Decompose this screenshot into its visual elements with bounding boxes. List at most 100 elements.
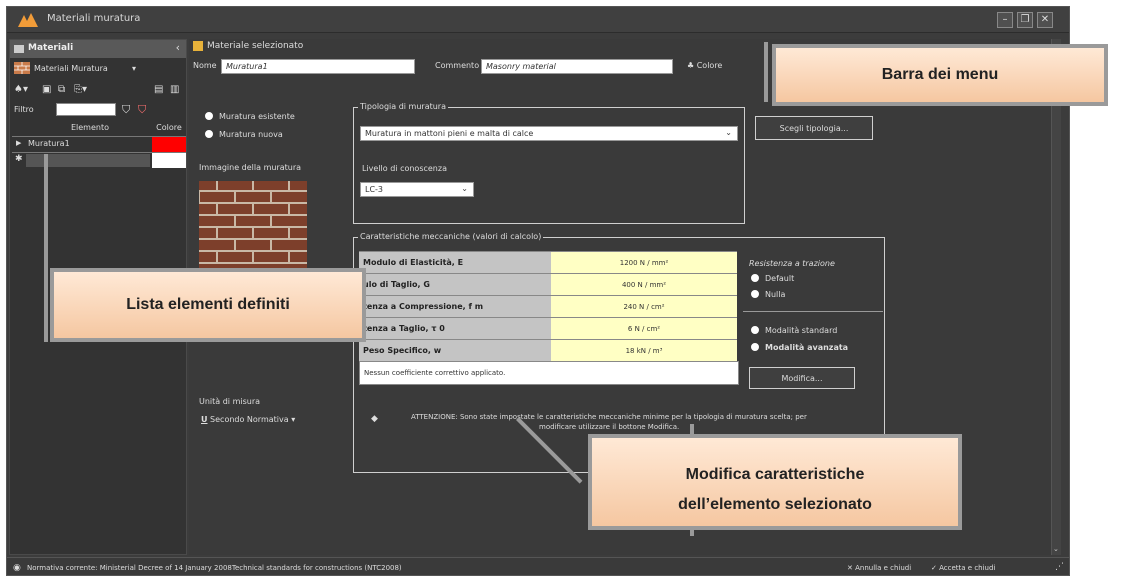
- warning-text-line2: modificare utilizzare il bottone Modific…: [539, 423, 680, 431]
- materials-header: Materiali ‹: [10, 40, 186, 58]
- collapse-icon[interactable]: ‹: [176, 41, 180, 54]
- callout-connector: [764, 42, 768, 102]
- typology-select[interactable]: Muratura in mattoni pieni e malta di cal…: [360, 126, 738, 141]
- cancel-button[interactable]: ✕ Annulla e chiudi: [847, 564, 911, 572]
- title-bar: Materiali muratura – ❐ ✕: [7, 7, 1069, 33]
- mechanical-group-title: Caratteristiche meccaniche (valori di ca…: [358, 232, 544, 241]
- units-select[interactable]: U Secondo Normativa ▾: [201, 415, 295, 424]
- warning-icon: ◆: [371, 414, 378, 424]
- accept-button[interactable]: ✓ Accetta e chiudi: [931, 564, 995, 572]
- callout-connector: [44, 154, 48, 342]
- name-label: Nome: [193, 61, 217, 70]
- mode-advanced-label: Modalità avanzata: [765, 343, 849, 352]
- radio-existing-masonry[interactable]: [205, 112, 213, 120]
- copy-icon[interactable]: ⧉: [58, 84, 65, 95]
- normative-icon: ◉: [13, 563, 21, 573]
- units-icon: U: [201, 415, 208, 424]
- column-header-element: Elemento: [70, 123, 109, 132]
- choose-typology-button[interactable]: Scegli tipologia...: [755, 116, 873, 140]
- accept-label: Accetta e chiudi: [939, 564, 996, 572]
- clear-filter-icon[interactable]: ⛉: [138, 103, 146, 117]
- materials-header-label: Materiali: [28, 43, 74, 53]
- minimize-button[interactable]: –: [997, 12, 1013, 28]
- mech-row-value[interactable]: 400 N / mm²: [551, 274, 737, 296]
- filter-icon[interactable]: ⛉: [122, 103, 130, 117]
- masonry-image: [199, 181, 307, 271]
- paste-icon[interactable]: ⎘▾: [74, 84, 87, 95]
- callout-modify-line2: dell’elemento selezionato: [678, 496, 872, 513]
- table-row[interactable]: ▶ Muratura1: [12, 136, 186, 152]
- selected-material-header: Materiale selezionato: [207, 41, 304, 51]
- screenshot-stage: Materiali muratura – ❐ ✕ Materiali ‹ Mat…: [0, 0, 1137, 578]
- no-coefficient-note: Nessun coefficiente correttivo applicato…: [359, 361, 739, 385]
- filter-label: Filtro: [14, 105, 34, 114]
- mechanical-table: Modulo di Elasticità, E 1200 N / mm² ulo…: [359, 251, 739, 385]
- materials-menu-label: Materiali Muratura: [34, 64, 108, 73]
- materials-icon: [14, 45, 24, 53]
- normative-text: Normativa corrente: Ministerial Decree o…: [27, 564, 402, 572]
- element-name: Muratura1: [28, 139, 70, 148]
- brick-wall-icon: [14, 62, 30, 74]
- material-icon: [193, 41, 203, 51]
- mech-row[interactable]: tenza a Taglio, τ 0 6 N / cm²: [359, 317, 737, 340]
- export-icon[interactable]: ▤: [154, 84, 163, 95]
- radio-new-label: Muratura nuova: [219, 130, 283, 139]
- dropdown-arrow-icon: ▾: [291, 415, 296, 424]
- radio-mode-advanced[interactable]: [751, 343, 759, 351]
- comment-label: Commento: [435, 61, 480, 70]
- new-color-swatch[interactable]: [152, 153, 186, 168]
- mech-row-value[interactable]: 240 N / cm²: [551, 296, 737, 318]
- scroll-down-icon[interactable]: ⌄: [1053, 545, 1059, 553]
- app-logo-icon: [18, 13, 38, 27]
- paint-bucket-icon[interactable]: ♠▾: [14, 84, 28, 95]
- brick-texture-icon: [199, 181, 307, 271]
- radio-tension-default[interactable]: [751, 274, 759, 282]
- comment-input[interactable]: Masonry material: [481, 59, 673, 74]
- typology-group: Tipologia di muratura Muratura in matton…: [353, 102, 745, 224]
- mech-row-label: tenza a Compressione, f m: [359, 296, 551, 318]
- radio-tension-null[interactable]: [751, 290, 759, 298]
- knowledge-level-select[interactable]: LC-3 ⌄: [360, 182, 474, 197]
- callout-modify-characteristics: Modifica caratteristiche dell’elemento s…: [588, 434, 962, 530]
- masonry-image-label: Immagine della muratura: [199, 163, 302, 172]
- tension-title: Resistenza a trazione: [749, 259, 835, 268]
- check-icon: ✓: [931, 564, 937, 572]
- color-button-label: Colore: [696, 61, 723, 70]
- restore-button[interactable]: ❐: [1017, 12, 1033, 28]
- palette-icon: ♣: [687, 61, 697, 70]
- tension-null-label: Nulla: [765, 290, 786, 299]
- close-button[interactable]: ✕: [1037, 12, 1053, 28]
- close-icon: ✕: [847, 564, 853, 572]
- mech-row[interactable]: Modulo di Elasticità, E 1200 N / mm²: [359, 251, 737, 274]
- color-button[interactable]: ♣ Colore: [687, 61, 722, 70]
- mech-row[interactable]: Peso Specifico, w 18 kN / m³: [359, 339, 737, 362]
- callout-modify-line1: Modifica caratteristiche: [685, 466, 865, 483]
- radio-new-masonry[interactable]: [205, 130, 213, 138]
- resize-grip-icon[interactable]: ⋰: [1055, 562, 1064, 572]
- knowledge-level-label: Livello di conoscenza: [362, 164, 447, 173]
- table-row-new[interactable]: ✱: [12, 152, 186, 168]
- dropdown-arrow-icon: ▾: [132, 64, 137, 73]
- mech-row[interactable]: ulo di Taglio, G 400 N / mm²: [359, 273, 737, 296]
- chevron-down-icon: ⌄: [461, 184, 468, 193]
- delete-icon[interactable]: ▣: [42, 84, 51, 95]
- mode-standard-label: Modalità standard: [765, 326, 838, 335]
- element-color-swatch[interactable]: [152, 137, 186, 152]
- mech-row-value[interactable]: 1200 N / mm²: [551, 252, 737, 274]
- vertical-scrollbar[interactable]: ⌄: [1051, 39, 1061, 555]
- knowledge-level-value: LC-3: [365, 185, 384, 194]
- modify-button[interactable]: Modifica...: [749, 367, 855, 389]
- filter-input[interactable]: [56, 103, 116, 116]
- mech-row-value[interactable]: 18 kN / m³: [551, 340, 737, 362]
- radio-existing-label: Muratura esistente: [219, 112, 295, 121]
- import-icon[interactable]: ▥: [170, 84, 179, 95]
- mech-row-label: Peso Specifico, w: [359, 340, 551, 362]
- radio-mode-standard[interactable]: [751, 326, 759, 334]
- mech-row-label: ulo di Taglio, G: [359, 274, 551, 296]
- window-title: Materiali muratura: [47, 13, 141, 24]
- name-input[interactable]: Muratura1: [221, 59, 415, 74]
- status-bar: ◉ Normativa corrente: Ministerial Decree…: [7, 557, 1069, 575]
- units-value: Secondo Normativa: [210, 415, 289, 424]
- mech-row[interactable]: tenza a Compressione, f m 240 N / cm²: [359, 295, 737, 318]
- mech-row-value[interactable]: 6 N / cm²: [551, 318, 737, 340]
